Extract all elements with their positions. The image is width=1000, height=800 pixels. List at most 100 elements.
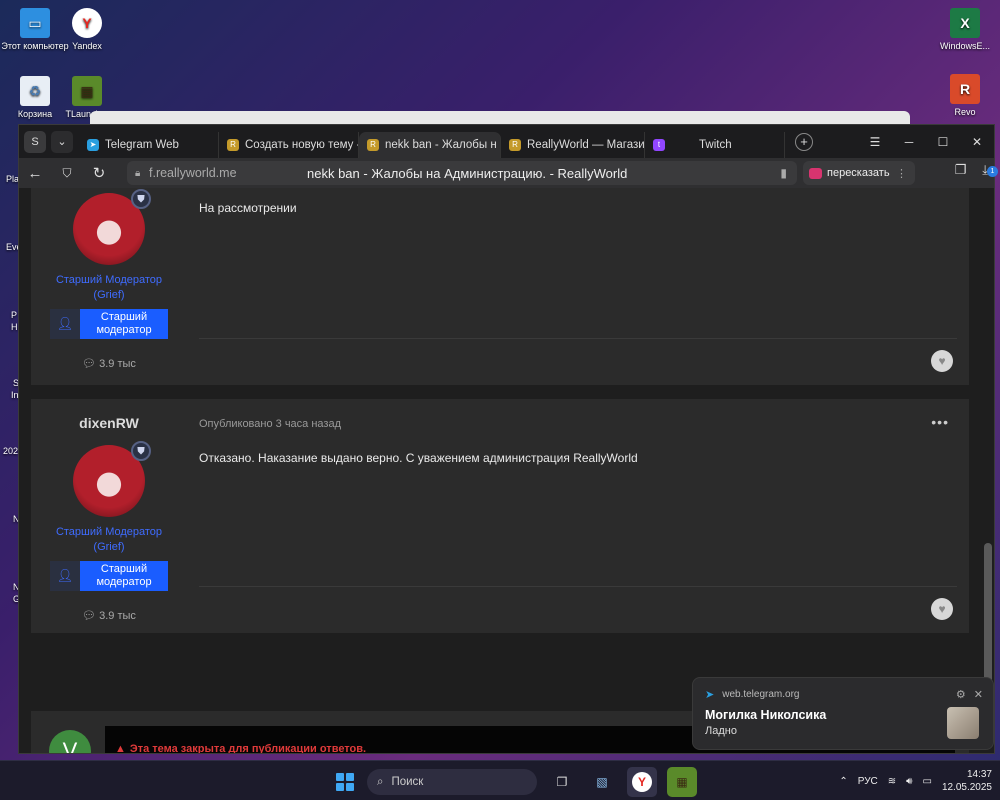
windows-start-icon[interactable] [333, 770, 357, 794]
taskbar-search[interactable]: ⌕ Поиск [367, 769, 537, 795]
more-vertical-icon[interactable]: ⋮ [896, 167, 907, 180]
new-tab-button[interactable]: + [795, 132, 813, 151]
clock-time: 14:37 [966, 769, 992, 780]
warning-icon: ▲ [115, 743, 126, 753]
back-arrow-icon[interactable]: ← [19, 165, 51, 182]
user-avatar[interactable]: ⛊ [73, 441, 151, 517]
user-silhouette-icon: 👤︎ [50, 309, 80, 339]
bookmark-icon[interactable]: ▮ [780, 166, 787, 180]
heart-icon[interactable]: ♥ [931, 350, 953, 372]
page-scrollbar[interactable] [984, 188, 992, 753]
moderator-shield-icon: ⛊ [131, 189, 151, 209]
desktop-icon-label: Yandex [72, 41, 102, 51]
tab-label: Telegram Web [105, 138, 179, 151]
post-content: На рассмотрении [199, 201, 297, 215]
moderator-shield-icon: ⛊ [131, 441, 151, 461]
system-tray: ⌃ РУС ≋ 🔊︎ ▭ 14:37 12.05.2025 [839, 761, 992, 800]
tab-label: Twitch [699, 138, 732, 151]
role-badge: 👤︎ Старший модератор [50, 309, 168, 339]
close-notification-icon[interactable]: ✕ [974, 688, 983, 701]
tab-twitch[interactable]: t Twitch [645, 131, 785, 158]
input-language[interactable]: РУС [858, 776, 878, 787]
task-view-icon[interactable]: ❐ [547, 767, 577, 797]
minecraft-icon[interactable]: ▦ [667, 767, 697, 797]
browser-menu-s-icon[interactable]: S [24, 130, 46, 153]
tab-create-topic[interactable]: R Создать новую тему - [219, 131, 359, 158]
desktop-icon-windows-excel[interactable]: X WindowsE... [930, 8, 1000, 51]
post-more-icon[interactable]: ••• [931, 414, 949, 430]
shield-icon[interactable]: ⛉ [51, 166, 83, 181]
tab-reallyworld-shop[interactable]: R ReallyWorld — Магазин [501, 131, 645, 158]
clock[interactable]: 14:37 12.05.2025 [942, 768, 992, 794]
telegram-icon: ➤ [705, 689, 715, 701]
tab-bar: S ⌄ ➤ Telegram Web R Создать новую тему … [19, 125, 994, 158]
reputation-value: 3.9 тыс [99, 358, 136, 370]
post-timestamp[interactable]: Опубликовано 3 часа назад [199, 418, 341, 430]
heart-icon[interactable]: ♥ [931, 598, 953, 620]
reallyworld-icon: R [509, 138, 521, 151]
tab-label: nekk ban - Жалобы н [385, 138, 497, 151]
role-title-line: Старший Модератор [55, 274, 163, 286]
retell-label: пересказать [827, 167, 890, 179]
tlauncher-icon: ▦ [72, 76, 102, 106]
monitor-icon: ▭ [20, 8, 50, 38]
chevron-up-icon[interactable]: ⌃ [839, 776, 847, 787]
post-author-panel: ⛊ Старший Модератор (Grief) 👤︎ Старший м… [31, 188, 187, 370]
battery-icon[interactable]: ▭ [922, 776, 931, 787]
desktop-cut-label: 202 [3, 446, 19, 456]
sender-avatar [947, 707, 979, 739]
yandex-browser-icon[interactable]: Y [627, 767, 657, 797]
collections-icon[interactable]: ❐ [955, 162, 967, 178]
recycle-bin-icon: ♻ [20, 76, 50, 106]
lock-icon: 🔒︎ [135, 167, 141, 179]
telegram-notification[interactable]: ➤ web.telegram.org ⚙ ✕ Могилка Николсика… [692, 677, 994, 750]
toolbar-right: ❐ ⤓ [955, 162, 988, 178]
closed-topic-text: Эта тема закрыта для публикации ответов. [129, 743, 367, 753]
retell-button[interactable]: пересказать ⋮ [803, 161, 915, 185]
search-icon: ⌕ [377, 775, 384, 788]
role-badge-label: Старший модератор [80, 561, 168, 591]
twitch-icon: t [653, 138, 665, 151]
notification-source: ➤ web.telegram.org [705, 688, 799, 701]
forum-post: dixenRW ⛊ Старший Модератор (Grief) 👤︎ С… [31, 399, 969, 633]
wifi-icon[interactable]: ≋ [888, 776, 896, 787]
maximize-icon[interactable]: ☐ [926, 135, 960, 149]
reputation-count: 💬︎ 3.9 тыс [31, 609, 187, 622]
hamburger-menu-icon[interactable]: ☰ [858, 135, 892, 149]
speech-bubble-icon: 💬︎ [82, 358, 97, 370]
desktop-icon-label: Revo [954, 107, 976, 117]
telegram-icon: ➤ [87, 138, 99, 151]
forum-post: ⛊ Старший Модератор (Grief) 👤︎ Старший м… [31, 188, 969, 385]
photos-icon[interactable]: ▧ [587, 767, 617, 797]
url-field[interactable]: 🔒︎ f.reallyworld.me nekk ban - Жалобы на… [127, 161, 797, 185]
desktop-cut-label: H [11, 322, 18, 332]
page-title: nekk ban - Жалобы на Администрацию. - Re… [307, 165, 628, 181]
tab-nekk-ban[interactable]: R nekk ban - Жалобы н ✕ [359, 131, 501, 158]
settings-icon[interactable]: ⚙ [956, 688, 966, 701]
notification-message: Ладно [705, 725, 737, 737]
current-user-avatar[interactable]: V [49, 730, 91, 753]
browser-window: S ⌄ ➤ Telegram Web R Создать новую тему … [18, 124, 998, 754]
post-divider [199, 338, 957, 339]
notification-source-label: web.telegram.org [722, 689, 800, 700]
desktop-icon-revo[interactable]: R Revo [930, 74, 1000, 117]
window-controls: ☰ ─ ☐ ✕ [858, 125, 994, 158]
role-title: Старший Модератор (Grief) [31, 273, 187, 303]
tab-telegram-web[interactable]: ➤ Telegram Web [79, 131, 219, 158]
user-avatar[interactable]: ⛊ [73, 189, 151, 265]
clock-date: 12.05.2025 [941, 782, 992, 793]
desktop-icon-yandex[interactable]: Y Yandex [52, 8, 122, 51]
desktop-cut-label: P [11, 310, 18, 320]
tabs-dropdown-icon[interactable]: ⌄ [51, 130, 73, 153]
role-title-line: (Grief) [93, 289, 125, 301]
reputation-count: 💬︎ 3.9 тыс [31, 357, 187, 370]
post-author-name[interactable]: dixenRW [31, 415, 187, 431]
speech-bubble-icon: 💬︎ [82, 610, 97, 622]
reload-icon[interactable]: ↻ [83, 164, 115, 182]
downloads-count-badge: 1 [987, 166, 998, 177]
volume-icon[interactable]: 🔊︎ [906, 776, 912, 787]
minimize-icon[interactable]: ─ [892, 135, 926, 149]
close-window-icon[interactable]: ✕ [960, 135, 994, 149]
reallyworld-icon: R [227, 138, 239, 151]
yandex-icon: Y [72, 8, 102, 38]
